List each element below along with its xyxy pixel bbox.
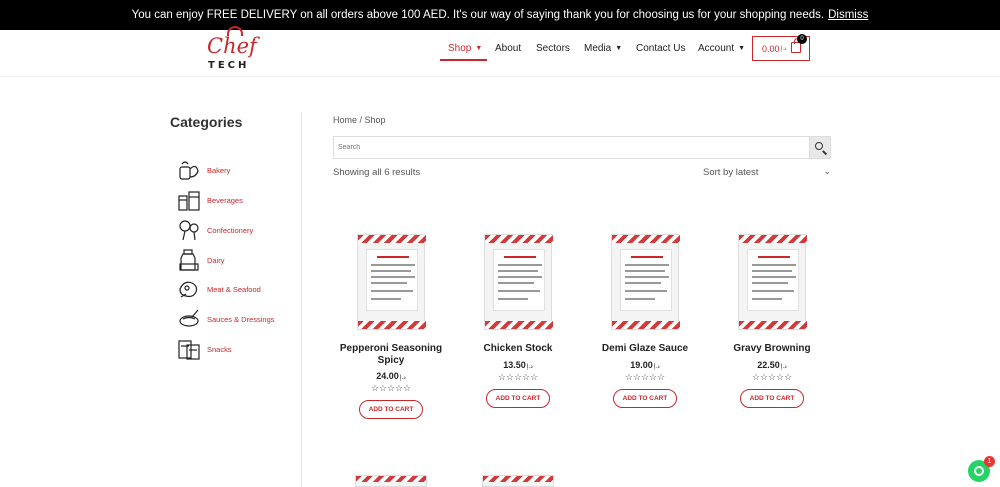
price-currency: د.إ (399, 375, 406, 381)
nav-item-shop[interactable]: Shop ▼ (448, 43, 482, 54)
category-label: Confectionery (207, 225, 254, 235)
bakery-icon (177, 158, 201, 182)
announcement-bar: You can enjoy FREE DELIVERY on all order… (0, 0, 1000, 30)
category-sauces-dressings[interactable]: Sauces & Dressings (177, 306, 297, 332)
chevron-down-icon: ▼ (738, 45, 746, 52)
whatsapp-icon (974, 466, 984, 476)
star-rating: ☆☆☆☆☆ (370, 383, 412, 393)
logo-text-bottom: TECH (208, 60, 250, 71)
add-to-cart-button[interactable]: ADD TO CART (359, 400, 423, 419)
dismiss-link[interactable]: Dismiss (828, 9, 868, 21)
breadcrumb-separator: / (357, 115, 365, 125)
chef-tech-logo[interactable]: Chef TECH (205, 26, 257, 74)
product-image[interactable] (355, 232, 427, 332)
nav-item-media[interactable]: Media ▼ (584, 43, 622, 54)
product-image[interactable] (609, 232, 681, 332)
dairy-icon (177, 248, 201, 272)
sauces-icon (177, 307, 201, 331)
price-amount: 24.00 (376, 371, 399, 381)
announcement-text: You can enjoy FREE DELIVERY on all order… (131, 9, 825, 21)
product-price: 13.50د.إ (457, 360, 579, 370)
add-to-cart-button[interactable]: ADD TO CART (486, 389, 550, 408)
breadcrumb: Home / Shop (333, 115, 386, 125)
logo-text-top: Chef (207, 34, 257, 58)
breadcrumb-current: Shop (364, 115, 386, 125)
category-label: Meat & Seafood (207, 284, 261, 294)
add-to-cart-button[interactable]: ADD TO CART (613, 389, 677, 408)
cart-button[interactable]: 0.00 د.إ 0 (752, 34, 810, 61)
product-image[interactable] (355, 475, 427, 487)
price-amount: 22.50 (757, 360, 780, 370)
beverages-icon (177, 188, 201, 212)
category-label: Dairy (207, 255, 225, 265)
star-rating: ☆☆☆☆☆ (624, 372, 666, 382)
price-amount: 19.00 (630, 360, 653, 370)
product-price: 19.00د.إ (584, 360, 706, 370)
category-label: Sauces & Dressings (207, 314, 275, 324)
product-image[interactable] (482, 232, 554, 332)
chevron-down-icon: ⌄ (823, 166, 831, 176)
nav-item-media-label: Media (584, 43, 612, 54)
confectionery-icon (177, 218, 201, 242)
meat-seafood-icon (177, 277, 201, 301)
category-dairy[interactable]: Dairy (177, 247, 297, 273)
search-button[interactable] (809, 136, 831, 159)
product-search-input[interactable] (333, 136, 810, 159)
price-currency: د.إ (526, 364, 533, 370)
search-icon (815, 142, 823, 150)
chevron-down-icon: ▼ (475, 45, 483, 52)
category-label: Beverages (207, 195, 243, 205)
nav-item-about[interactable]: About (495, 43, 521, 54)
product-title[interactable]: Demi Glaze Sauce (584, 343, 706, 355)
whatsapp-notification-badge: 1 (984, 456, 995, 467)
sort-select[interactable]: Sort by latest ⌄ (703, 166, 831, 178)
cart-currency: د.إ (780, 46, 787, 52)
sidebar-divider (301, 112, 302, 487)
price-amount: 13.50 (503, 360, 526, 370)
product-price: 22.50د.إ (711, 360, 833, 370)
nav-active-underline (440, 59, 487, 61)
nav-item-shop-label: Shop (448, 43, 472, 54)
product-price: 24.00د.إ (330, 371, 452, 381)
category-label: Bakery (207, 165, 231, 175)
nav-item-sectors[interactable]: Sectors (536, 43, 570, 54)
cart-total: 0.00 (762, 43, 780, 54)
product-title[interactable]: Pepperoni Seasoning Spicy (330, 343, 452, 367)
category-label: Snacks (207, 344, 232, 354)
category-snacks[interactable]: Snacks (177, 336, 297, 362)
category-bakery[interactable]: Bakery (177, 157, 297, 183)
nav-item-contact[interactable]: Contact Us (636, 43, 685, 54)
product-title[interactable]: Gravy Browning (711, 343, 833, 355)
product-title[interactable]: Chicken Stock (457, 343, 579, 355)
product-image[interactable] (482, 475, 554, 487)
category-meat-seafood[interactable]: Meat & Seafood (177, 276, 297, 302)
breadcrumb-home-link[interactable]: Home (333, 115, 357, 125)
product-image[interactable] (736, 232, 808, 332)
nav-item-account-label: Account (698, 43, 735, 54)
category-beverages[interactable]: Beverages (177, 187, 297, 213)
category-confectionery[interactable]: Confectionery (177, 217, 297, 243)
price-currency: د.إ (653, 364, 660, 370)
cart-count-badge: 0 (797, 34, 807, 44)
add-to-cart-button[interactable]: ADD TO CART (740, 389, 804, 408)
snacks-icon (177, 337, 201, 361)
star-rating: ☆☆☆☆☆ (751, 372, 793, 382)
categories-heading: Categories (170, 114, 243, 130)
nav-item-account[interactable]: Account ▼ (698, 43, 745, 54)
chevron-down-icon: ▼ (615, 45, 623, 52)
site-header: Chef TECH Shop ▼ About Sectors Media ▼ Con… (0, 26, 1000, 77)
results-count: Showing all 6 results (333, 167, 421, 178)
sort-select-value: Sort by latest (703, 167, 759, 178)
star-rating: ☆☆☆☆☆ (497, 372, 539, 382)
price-currency: د.إ (780, 364, 787, 370)
